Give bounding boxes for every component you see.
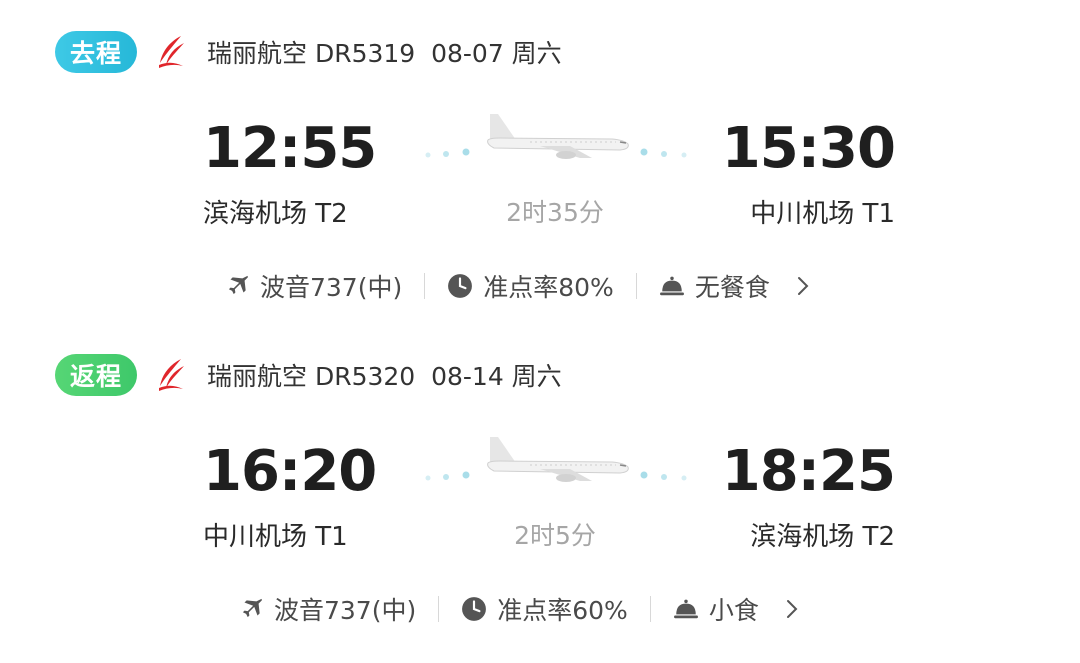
outbound-flight-card[interactable]: 去程 瑞丽航空 DR5319 08-07 周六 12:55 15:30 滨海机场…	[0, 0, 1080, 323]
aircraft-type: 波音737(中)	[274, 596, 417, 625]
return-badge: 返程	[55, 354, 137, 396]
arrival-airport: 滨海机场 T2	[750, 522, 895, 552]
arrival-time: 15:30	[721, 116, 896, 181]
departure-time: 16:20	[203, 439, 377, 504]
chevron-right-icon[interactable]	[796, 275, 810, 297]
airplane-icon	[242, 598, 262, 618]
divider	[635, 273, 637, 299]
departure-time: 12:55	[203, 116, 377, 181]
ontime-rate: 准点率60%	[497, 596, 628, 625]
return-flight-card[interactable]: 返程 瑞丽航空 DR5320 08-14 周六 16:20 18:25 中川机场…	[0, 323, 1080, 646]
departure-airport: 中川机场 T1	[203, 522, 348, 552]
flight-duration: 2时35分	[506, 198, 604, 227]
ruili-airline-logo-icon	[159, 36, 184, 68]
flight-details-row[interactable]: 波音737(中) 准点率80% 无餐食	[224, 266, 810, 306]
meal-service: 无餐食	[694, 273, 770, 302]
meal-cloche-icon	[659, 276, 684, 296]
clock-icon	[448, 274, 473, 298]
departure-airport: 滨海机场 T2	[203, 199, 348, 229]
aircraft-info: 波音737(中)	[238, 591, 416, 627]
divider	[424, 273, 426, 299]
ontime-info: 准点率60%	[461, 591, 628, 627]
airplane-graphic-icon	[425, 437, 687, 482]
aircraft-type: 波音737(中)	[260, 273, 403, 302]
divider	[438, 596, 440, 622]
aircraft-info: 波音737(中)	[224, 268, 402, 304]
arrival-time: 18:25	[721, 439, 896, 504]
meal-service: 小食	[708, 596, 759, 625]
meal-cloche-icon	[673, 599, 698, 619]
flight-header: 返程 瑞丽航空 DR5320 08-14 周六	[55, 353, 562, 397]
flight-info: 瑞丽航空 DR5320 08-14 周六	[207, 362, 562, 391]
ontime-info: 准点率80%	[447, 268, 614, 304]
airplane-icon	[228, 275, 248, 295]
flight-header: 去程 瑞丽航空 DR5319 08-07 周六	[55, 30, 562, 74]
chevron-right-icon[interactable]	[785, 598, 799, 620]
meal-info: 小食	[673, 591, 759, 627]
divider	[649, 596, 651, 622]
outbound-badge: 去程	[55, 31, 137, 73]
clock-icon	[462, 597, 487, 621]
ontime-rate: 准点率80%	[483, 273, 614, 302]
airplane-graphic-icon	[425, 114, 687, 159]
meal-info: 无餐食	[659, 268, 770, 304]
ruili-airline-logo-icon	[159, 359, 184, 391]
flight-duration: 2时5分	[514, 521, 596, 550]
flight-info: 瑞丽航空 DR5319 08-07 周六	[207, 39, 562, 68]
arrival-airport: 中川机场 T1	[750, 199, 895, 229]
flight-details-row[interactable]: 波音737(中) 准点率60% 小食	[238, 589, 799, 629]
